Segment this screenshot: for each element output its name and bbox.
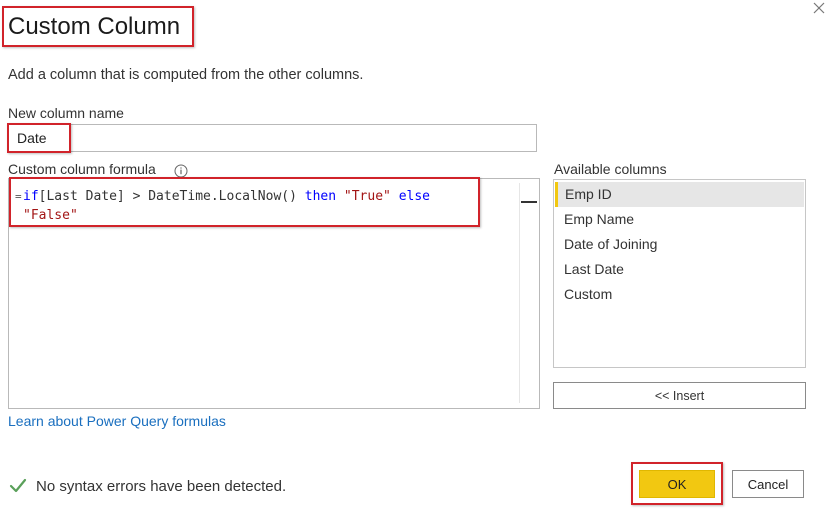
column-item-date-of-joining[interactable]: Date of Joining: [555, 232, 804, 257]
new-column-name-label: New column name: [8, 105, 124, 121]
column-item-emp-id[interactable]: Emp ID: [555, 182, 804, 207]
checkmark-icon: [8, 476, 28, 496]
cancel-button[interactable]: Cancel: [732, 470, 804, 498]
column-item-emp-name[interactable]: Emp Name: [555, 207, 804, 232]
formula-highlight-box: [9, 177, 480, 227]
available-columns-label: Available columns: [554, 161, 667, 177]
new-column-name-input[interactable]: [8, 124, 537, 152]
title-highlight-box: [2, 6, 194, 47]
close-icon: [813, 2, 825, 14]
close-button[interactable]: [811, 0, 827, 16]
available-columns-list[interactable]: Emp ID Emp Name Date of Joining Last Dat…: [553, 179, 806, 368]
custom-column-formula-label: Custom column formula: [8, 161, 156, 177]
dialog-subtitle: Add a column that is computed from the o…: [8, 67, 364, 83]
formula-scrollbar-thumb[interactable]: [521, 201, 537, 203]
formula-scrollbar[interactable]: [519, 183, 538, 403]
insert-button[interactable]: << Insert: [553, 382, 806, 409]
name-highlight-box: [7, 123, 71, 153]
syntax-status-text: No syntax errors have been detected.: [36, 478, 287, 495]
learn-power-query-link[interactable]: Learn about Power Query formulas: [8, 413, 226, 429]
column-item-custom[interactable]: Custom: [555, 282, 804, 307]
ok-highlight-box: [631, 462, 723, 505]
column-item-last-date[interactable]: Last Date: [555, 257, 804, 282]
info-icon[interactable]: [174, 164, 188, 178]
